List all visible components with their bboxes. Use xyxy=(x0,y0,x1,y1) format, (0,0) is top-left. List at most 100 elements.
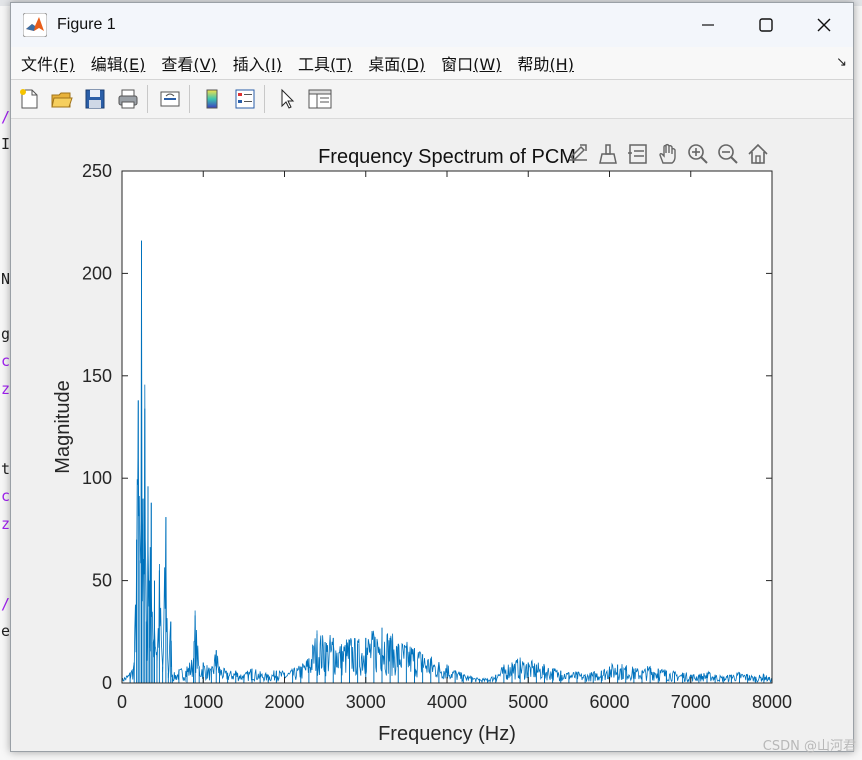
open-file-icon xyxy=(51,92,73,108)
y-tick-label: 50 xyxy=(92,571,112,591)
minimize-icon xyxy=(702,24,714,26)
menu-accel: (F) xyxy=(53,55,75,74)
menu-accel: (I) xyxy=(264,55,282,74)
restore-view-icon xyxy=(748,143,768,164)
print-button[interactable] xyxy=(113,84,143,114)
menu-insert[interactable]: 插入(I) xyxy=(225,51,290,75)
x-tick-label: 0 xyxy=(117,692,127,712)
restore-view-button[interactable] xyxy=(743,139,773,169)
link-plot-button[interactable] xyxy=(155,84,185,114)
menu-label: 帮助 xyxy=(517,55,550,74)
chart-title: Frequency Spectrum of PCM xyxy=(318,146,576,168)
link-plot-icon xyxy=(160,91,180,107)
y-axis-label: Magnitude xyxy=(52,380,74,473)
x-tick-label: 7000 xyxy=(671,692,711,712)
background-code-char: t xyxy=(1,460,11,478)
figure-window: Figure 1 文件(F) 编辑(E) 查看(V) 插入(I) 工具(T) 桌… xyxy=(10,2,854,752)
background-code-char: / xyxy=(1,595,11,613)
insert-colorbar-icon xyxy=(206,89,218,109)
insert-legend-button[interactable] xyxy=(230,84,260,114)
maximize-icon xyxy=(759,18,773,32)
menu-label: 文件 xyxy=(21,55,54,74)
menu-label: 编辑 xyxy=(90,55,123,74)
pan-icon xyxy=(659,143,676,164)
data-tips-icon xyxy=(628,144,647,164)
property-inspector-button[interactable] xyxy=(305,84,335,114)
menu-view[interactable]: 查看(V) xyxy=(153,51,224,75)
menu-label: 工具 xyxy=(297,55,330,74)
menu-label: 窗口 xyxy=(441,55,474,74)
toolbar-separator xyxy=(147,85,148,113)
menu-file[interactable]: 文件(F) xyxy=(11,51,83,75)
menu-label: 查看 xyxy=(161,55,194,74)
background-code-char: z xyxy=(1,515,11,533)
menu-tools[interactable]: 工具(T) xyxy=(290,51,360,75)
y-tick-label: 0 xyxy=(102,673,112,693)
matlab-icon xyxy=(23,13,47,37)
menu-accel: (V) xyxy=(193,55,217,74)
background-code-char: e xyxy=(1,622,11,640)
dock-arrow-icon[interactable]: ↘ xyxy=(836,55,847,70)
print-icon xyxy=(118,89,138,109)
window-title: Figure 1 xyxy=(57,16,116,33)
edit-plot-icon xyxy=(281,88,295,109)
x-tick-label: 3000 xyxy=(346,692,386,712)
pan-button[interactable] xyxy=(653,139,683,169)
menu-help[interactable]: 帮助(H) xyxy=(509,51,582,75)
background-code-char: / xyxy=(1,108,11,126)
zoom-in-icon xyxy=(688,144,708,164)
x-tick-label: 2000 xyxy=(264,692,304,712)
background-code-char: I xyxy=(1,135,11,153)
insert-colorbar-button[interactable] xyxy=(197,84,227,114)
title-bar[interactable]: Figure 1 xyxy=(11,3,853,47)
watermark: CSDN @山河君 xyxy=(762,739,856,754)
background-code-char: N xyxy=(1,270,11,288)
x-tick-label: 8000 xyxy=(752,692,792,712)
new-figure-icon xyxy=(20,89,38,109)
toolbar-separator xyxy=(189,85,190,113)
new-figure-button[interactable] xyxy=(14,84,44,114)
toolbar-separator xyxy=(264,85,265,113)
x-tick-label: 5000 xyxy=(508,692,548,712)
menu-edit[interactable]: 编辑(E) xyxy=(83,51,154,75)
menu-desktop[interactable]: 桌面(D) xyxy=(360,51,433,75)
zoom-in-button[interactable] xyxy=(683,139,713,169)
spectrum-chart[interactable]: 0 1000 2000 3000 4000 5000 6000 7000 8000 0 50 100 1… xyxy=(11,119,853,751)
figure-toolbar xyxy=(11,80,853,119)
menu-accel: (W) xyxy=(473,55,502,74)
y-tick-label: 250 xyxy=(82,161,112,181)
y-tick-label: 200 xyxy=(82,263,112,283)
menu-bar: 文件(F) 编辑(E) 查看(V) 插入(I) 工具(T) 桌面(D) 窗口(W… xyxy=(11,47,853,80)
zoom-out-button[interactable] xyxy=(713,139,743,169)
menu-window[interactable]: 窗口(W) xyxy=(433,51,509,75)
menu-accel: (D) xyxy=(400,55,426,74)
minimize-button[interactable] xyxy=(679,3,737,47)
edit-plot-button[interactable] xyxy=(272,84,302,114)
background-code-char: c xyxy=(1,487,11,505)
data-tips-button[interactable] xyxy=(623,139,653,169)
background-code-char: c xyxy=(1,352,11,370)
menu-label: 插入 xyxy=(232,55,265,74)
menu-accel: (H) xyxy=(549,55,574,74)
save-icon xyxy=(85,89,105,109)
save-button[interactable] xyxy=(80,84,110,114)
x-tick-label: 4000 xyxy=(427,692,467,712)
x-tick-label: 6000 xyxy=(589,692,629,712)
background-code-char: g xyxy=(1,325,11,343)
menu-accel: (E) xyxy=(122,55,146,74)
open-file-button[interactable] xyxy=(47,84,77,114)
property-inspector-icon xyxy=(308,89,332,109)
x-tick-label: 1000 xyxy=(183,692,223,712)
maximize-button[interactable] xyxy=(737,3,795,47)
zoom-out-icon xyxy=(718,144,738,164)
y-tick-label: 150 xyxy=(82,366,112,386)
export-icon xyxy=(569,144,587,162)
export-button[interactable] xyxy=(563,139,593,169)
insert-legend-icon xyxy=(235,89,255,109)
brush-icon xyxy=(599,144,617,164)
background-code-char: z xyxy=(1,380,11,398)
close-button[interactable] xyxy=(795,3,853,47)
y-tick-label: 100 xyxy=(82,468,112,488)
menu-accel: (T) xyxy=(330,55,353,74)
brush-button[interactable] xyxy=(593,139,623,169)
